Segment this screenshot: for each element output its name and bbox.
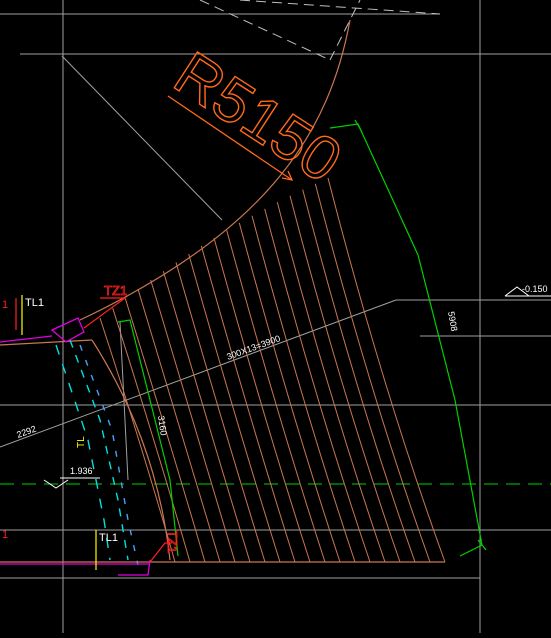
- cyan-dashed: [69, 339, 129, 561]
- stair-tread: [264, 208, 371, 563]
- level-markers: [43, 286, 551, 489]
- stair-tread: [302, 189, 416, 563]
- tl-left-edge-bottom-label: 1: [2, 529, 8, 541]
- dimension-line-slope: [0, 299, 397, 448]
- tl-left-edge-label: 1: [2, 299, 8, 311]
- cad-canvas[interactable]: R5150 300X13=3900 2292 5908 3160 -0.150 …: [0, 0, 551, 633]
- stair-tread: [112, 307, 191, 563]
- cyan-dashed-2: [55, 344, 111, 561]
- dashed-line: [329, 0, 361, 61]
- inner-dimension-line: [117, 319, 179, 557]
- stair-tread: [188, 253, 281, 563]
- tl-top-label: TL1: [25, 297, 44, 309]
- stair-tread: [314, 183, 431, 563]
- stair-tread: [175, 262, 266, 563]
- side-lines: [55, 339, 139, 566]
- stair-treads: [99, 177, 446, 563]
- tl-bottom-label: TL1: [99, 532, 118, 544]
- stair-tread: [137, 288, 221, 563]
- stair-tread: [289, 195, 401, 563]
- inner-edge: [91, 339, 171, 561]
- stair-tread: [213, 237, 311, 563]
- landing-mark-label: TL: [76, 436, 87, 448]
- level-right-text: -0.150: [522, 284, 548, 294]
- tick: [354, 119, 363, 133]
- stair-tread: [99, 317, 176, 563]
- stair-tread: [327, 177, 446, 563]
- tz-bottom-label: TZ1: [165, 530, 180, 553]
- cad-drawing-viewport[interactable]: R5150 300X13=3900 2292 5908 3160 -0.150 …: [0, 0, 551, 633]
- stair-tread: [251, 215, 356, 563]
- tz-top-leader: [83, 297, 127, 329]
- construction-lines: [199, 0, 441, 61]
- stair-tread: [226, 230, 326, 563]
- right-arc-dimension-text: 5908: [446, 311, 459, 332]
- level-left-text: 1.936: [70, 466, 93, 476]
- tz-top-box: [50, 317, 85, 343]
- dashed-line: [239, 0, 441, 15]
- stair-tread: [200, 245, 296, 563]
- tz-top-label: TZ1: [104, 283, 127, 298]
- magenta-line: [0, 335, 53, 343]
- stair-tread: [276, 202, 386, 563]
- step-dimension-text: 300X13=3900: [225, 333, 281, 362]
- radius-label: R5150: [162, 39, 353, 196]
- tick: [477, 539, 487, 551]
